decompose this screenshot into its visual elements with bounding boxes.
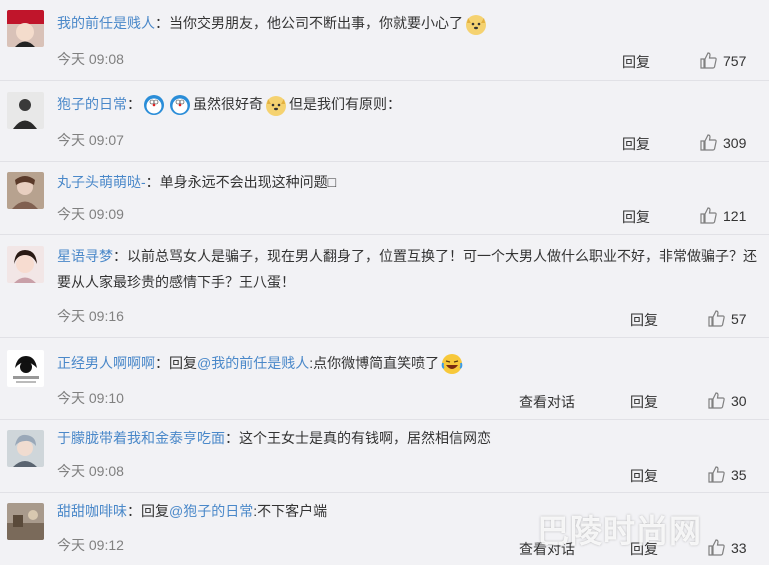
divider (0, 80, 769, 81)
like-count: 30 (731, 392, 747, 409)
view-conversation-link[interactable]: 查看对话 (519, 392, 575, 412)
comment-text: ： (127, 96, 141, 112)
like-button[interactable]: 35 (708, 466, 747, 483)
avatar[interactable] (7, 172, 44, 209)
like-button[interactable]: 757 (700, 52, 746, 69)
timestamp: 今天 09:16 (57, 308, 124, 324)
comment-text: :点你微博简直笑喷了 (309, 355, 440, 371)
avatar[interactable] (7, 430, 44, 467)
reply-button[interactable]: 回复 (630, 310, 658, 330)
avatar[interactable] (7, 246, 44, 283)
comment-content: 丸子头萌萌哒-：单身永远不会出现这种问题□ (57, 170, 336, 194)
mention-link[interactable]: @狍子的日常 (169, 503, 253, 519)
comment-content: 甜甜咖啡味：回复@狍子的日常:不下客户端 (57, 499, 327, 523)
like-button[interactable]: 30 (708, 392, 747, 409)
thumbs-up-icon (700, 207, 717, 224)
doge-emoji-icon (266, 96, 286, 117)
thumbs-up-icon (708, 392, 725, 409)
comment-text: ：当你交男朋友，他公司不断出事，你就要小心了 (155, 15, 463, 31)
timestamp: 今天 09:09 (57, 206, 124, 222)
timestamp: 今天 09:08 (57, 463, 124, 479)
doraemon-emoji-icon (144, 95, 164, 116)
username-link[interactable]: 于朦胧带着我和金泰亨吃面 (57, 430, 225, 446)
mention-link[interactable]: @我的前任是贱人 (197, 355, 309, 371)
timestamp: 今天 09:08 (57, 51, 124, 67)
username-link[interactable]: 狍子的日常 (57, 96, 127, 112)
divider (0, 337, 769, 338)
comment-content: 于朦胧带着我和金泰亨吃面：这个王女士是真的有钱啊，居然相信网恋 (57, 426, 491, 450)
thumbs-up-icon (708, 310, 725, 327)
avatar[interactable] (7, 10, 44, 47)
like-count: 309 (723, 134, 747, 151)
like-count: 33 (731, 539, 747, 556)
reply-button[interactable]: 回复 (622, 52, 650, 72)
comment-content: 正经男人啊啊啊：回复@我的前任是贱人:点你微博简直笑喷了 (57, 351, 465, 376)
comment-content: 星语寻梦：以前总骂女人是骗子，现在男人翻身了，位置互换了！可一个大男人做什么职业… (57, 243, 757, 295)
like-count: 121 (723, 207, 747, 224)
thumbs-up-icon (708, 466, 725, 483)
divider (0, 492, 769, 493)
like-button[interactable]: 121 (700, 207, 746, 224)
reply-button[interactable]: 回复 (630, 392, 658, 412)
like-button[interactable]: 309 (700, 134, 746, 151)
username-link[interactable]: 丸子头萌萌哒- (57, 174, 146, 190)
laugh-cry-emoji-icon (441, 354, 463, 375)
timestamp: 今天 09:12 (57, 537, 124, 553)
comment-content: 狍子的日常： 虽然很好奇 但是我们有原则： (57, 92, 401, 117)
avatar[interactable] (7, 503, 44, 540)
doge-emoji-icon (466, 15, 486, 36)
reply-button[interactable]: 回复 (622, 207, 650, 227)
thumbs-up-icon (700, 134, 717, 151)
comment-text: ：回复 (155, 355, 197, 371)
avatar[interactable] (7, 350, 44, 387)
reply-button[interactable]: 回复 (622, 134, 650, 154)
like-button[interactable]: 57 (708, 310, 747, 327)
username-link[interactable]: 甜甜咖啡味 (57, 503, 127, 519)
thumbs-up-icon (700, 52, 717, 69)
avatar[interactable] (7, 92, 44, 129)
comment-text: :不下客户端 (253, 503, 328, 519)
comment-text: 但是我们有原则： (289, 96, 401, 112)
like-count: 35 (731, 466, 747, 483)
like-count: 757 (723, 52, 747, 69)
divider (0, 419, 769, 420)
divider (0, 234, 769, 235)
reply-button[interactable]: 回复 (630, 466, 658, 486)
username-link[interactable]: 正经男人啊啊啊 (57, 355, 155, 371)
timestamp: 今天 09:10 (57, 390, 124, 406)
like-count: 57 (731, 310, 747, 327)
comment-text: 虽然很好奇 (193, 96, 263, 112)
comment-text: ：以前总骂女人是骗子，现在男人翻身了，位置互换了！可一个大男人做什么职业不好，非… (57, 248, 757, 290)
username-link[interactable]: 我的前任是贱人 (57, 15, 155, 31)
divider (0, 161, 769, 162)
timestamp: 今天 09:07 (57, 132, 124, 148)
site-watermark: 巴陵时尚网 (537, 513, 703, 549)
comment-text: ：回复 (127, 503, 169, 519)
like-button[interactable]: 33 (708, 539, 747, 556)
comment-text: ：这个王女士是真的有钱啊，居然相信网恋 (225, 430, 491, 446)
username-link[interactable]: 星语寻梦 (57, 248, 113, 264)
doraemon-emoji-icon (170, 95, 190, 116)
comment-content: 我的前任是贱人：当你交男朋友，他公司不断出事，你就要小心了 (57, 11, 489, 36)
comment-text: ：单身永远不会出现这种问题□ (145, 174, 337, 190)
thumbs-up-icon (708, 539, 725, 556)
